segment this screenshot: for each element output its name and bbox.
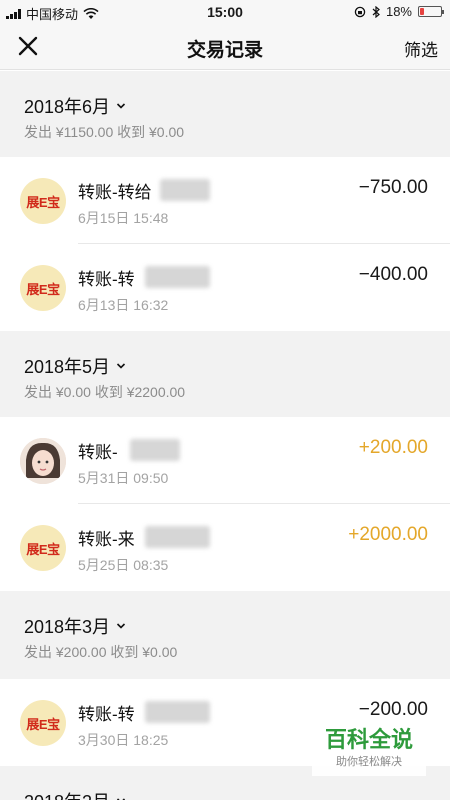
zhanebao-logo-icon: 展E宝 — [20, 700, 66, 746]
watermark-title: 百科全说 — [324, 727, 413, 752]
transaction-title: 转账-来 — [78, 530, 135, 549]
logo-text: 展E宝 — [26, 281, 60, 297]
month-header[interactable]: 2018年3月 发出 ¥200.00 收到 ¥0.00 — [0, 591, 450, 679]
logo-text: 展E宝 — [26, 716, 60, 732]
month-label: 2018年3月 — [24, 617, 111, 637]
transaction-row[interactable]: 展E宝 转账-转给 6月15日 15:48 −750.00 — [0, 157, 450, 244]
month-title[interactable]: 2018年6月 — [24, 93, 126, 119]
logo-text: 展E宝 — [26, 194, 60, 210]
chevron-down-icon — [116, 363, 126, 369]
battery-icon — [418, 6, 444, 17]
transaction-amount: −400.00 — [358, 264, 428, 285]
month-title[interactable]: 2018年5月 — [24, 353, 126, 379]
month-label: 2018年5月 — [24, 357, 111, 377]
month-title[interactable]: 2018年2月 — [24, 788, 126, 800]
transaction-row[interactable]: 展E宝 转账-来 5月25日 08:35 +2000.00 — [0, 504, 450, 591]
transaction-row[interactable]: 转账- 5月31日 09:50 +200.00 — [0, 417, 450, 504]
filter-button[interactable]: 筛选 — [404, 36, 438, 61]
transaction-title: 转账-转 — [78, 270, 135, 289]
transaction-title: 转账-转 — [78, 705, 135, 724]
zhanebao-logo-icon: 展E宝 — [20, 525, 66, 571]
month-label: 2018年6月 — [24, 97, 111, 117]
bluetooth-icon — [372, 5, 380, 18]
watermark: 百科全说 助你轻松解决 — [312, 726, 426, 776]
chevron-down-icon — [116, 103, 126, 109]
chevron-down-icon — [116, 623, 126, 629]
rotation-lock-icon — [354, 6, 366, 17]
redacted-name — [145, 526, 210, 548]
month-summary: 发出 ¥200.00 收到 ¥0.00 — [24, 644, 178, 660]
month-header[interactable]: 2018年6月 发出 ¥1150.00 收到 ¥0.00 — [0, 71, 450, 157]
month-summary: 发出 ¥1150.00 收到 ¥0.00 — [24, 124, 185, 140]
transaction-title: 转账-转给 — [78, 183, 152, 202]
zhanebao-logo-icon: 展E宝 — [20, 265, 66, 311]
page-title: 交易记录 — [186, 40, 263, 61]
transaction-title: 转账- — [78, 443, 118, 462]
transaction-time: 6月13日 16:32 — [78, 297, 169, 313]
month-header[interactable]: 2018年5月 发出 ¥0.00 收到 ¥2200.00 — [0, 331, 450, 417]
watermark-subtitle: 助你轻松解决 — [336, 756, 402, 768]
status-bar: 中国移动 15:00 18% — [0, 0, 450, 22]
month-title[interactable]: 2018年3月 — [24, 613, 126, 639]
transaction-amount: +2000.00 — [348, 524, 428, 545]
redacted-name — [145, 266, 210, 288]
transaction-amount: +200.00 — [358, 437, 428, 458]
transaction-amount: −750.00 — [358, 177, 428, 198]
chevron-down-icon — [116, 798, 126, 800]
transaction-amount: −200.00 — [358, 699, 428, 720]
redacted-name — [160, 179, 210, 201]
status-right: 18% — [354, 4, 444, 19]
month-summary: 发出 ¥0.00 收到 ¥2200.00 — [24, 384, 186, 400]
month-label: 2018年2月 — [24, 788, 110, 800]
transaction-time: 5月25日 08:35 — [78, 557, 169, 573]
person-portrait-icon — [20, 438, 66, 484]
redacted-name — [145, 701, 210, 723]
logo-text: 展E宝 — [26, 541, 60, 557]
battery-percent: 18% — [385, 4, 412, 19]
transaction-row[interactable]: 展E宝 转账-转 6月13日 16:32 −400.00 — [0, 244, 450, 331]
nav-bar: 交易记录 筛选 — [0, 22, 450, 70]
transaction-time: 6月15日 15:48 — [78, 210, 169, 226]
transaction-time: 3月30日 18:25 — [78, 732, 169, 748]
redacted-name — [130, 439, 180, 461]
zhanebao-logo-icon: 展E宝 — [20, 178, 66, 224]
transaction-time: 5月31日 09:50 — [78, 470, 169, 486]
battery-level — [420, 8, 424, 15]
person-avatar-icon — [20, 438, 66, 484]
